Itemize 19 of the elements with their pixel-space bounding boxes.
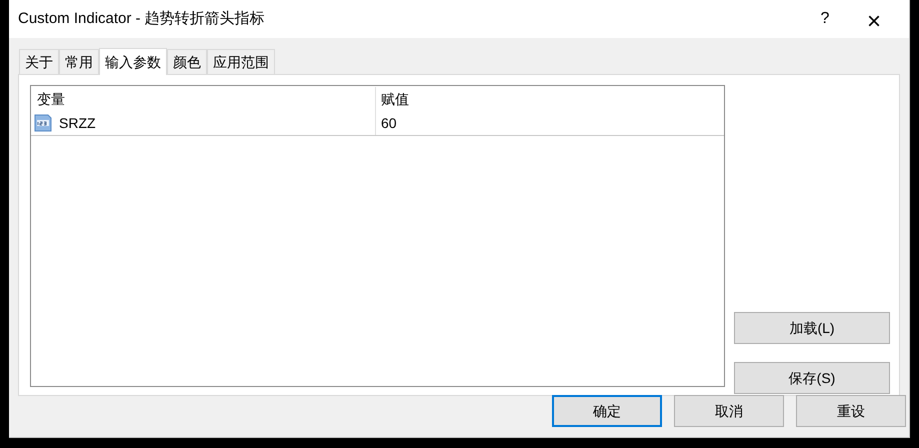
tab[interactable]: 颜色 — [167, 49, 207, 74]
dialog-button[interactable]: 取消 — [674, 395, 784, 427]
column-header[interactable]: 赋值 — [376, 87, 724, 111]
side-button[interactable]: 保存(S) — [734, 362, 890, 394]
variable-value: 60 — [380, 114, 397, 132]
tab[interactable]: 关于 — [19, 49, 59, 74]
tab[interactable]: 应用范围 — [207, 49, 275, 74]
help-button[interactable]: ? — [805, 4, 845, 34]
dialog-button[interactable]: 确定 — [552, 395, 662, 427]
table-row[interactable]: SRZZ 60 — [31, 111, 724, 136]
column-header[interactable]: 变量 — [31, 87, 376, 111]
number-type-icon — [33, 113, 53, 133]
side-button[interactable]: 加载(L) — [734, 312, 890, 344]
close-button[interactable]: × — [851, 4, 897, 34]
window-title: Custom Indicator - 趋势转折箭头指标 — [18, 8, 266, 29]
variable-name: SRZZ — [59, 114, 96, 132]
tab[interactable]: 输入参数 — [99, 48, 167, 75]
tab[interactable]: 常用 — [59, 49, 99, 74]
dialog-button[interactable]: 重设 — [796, 395, 906, 427]
